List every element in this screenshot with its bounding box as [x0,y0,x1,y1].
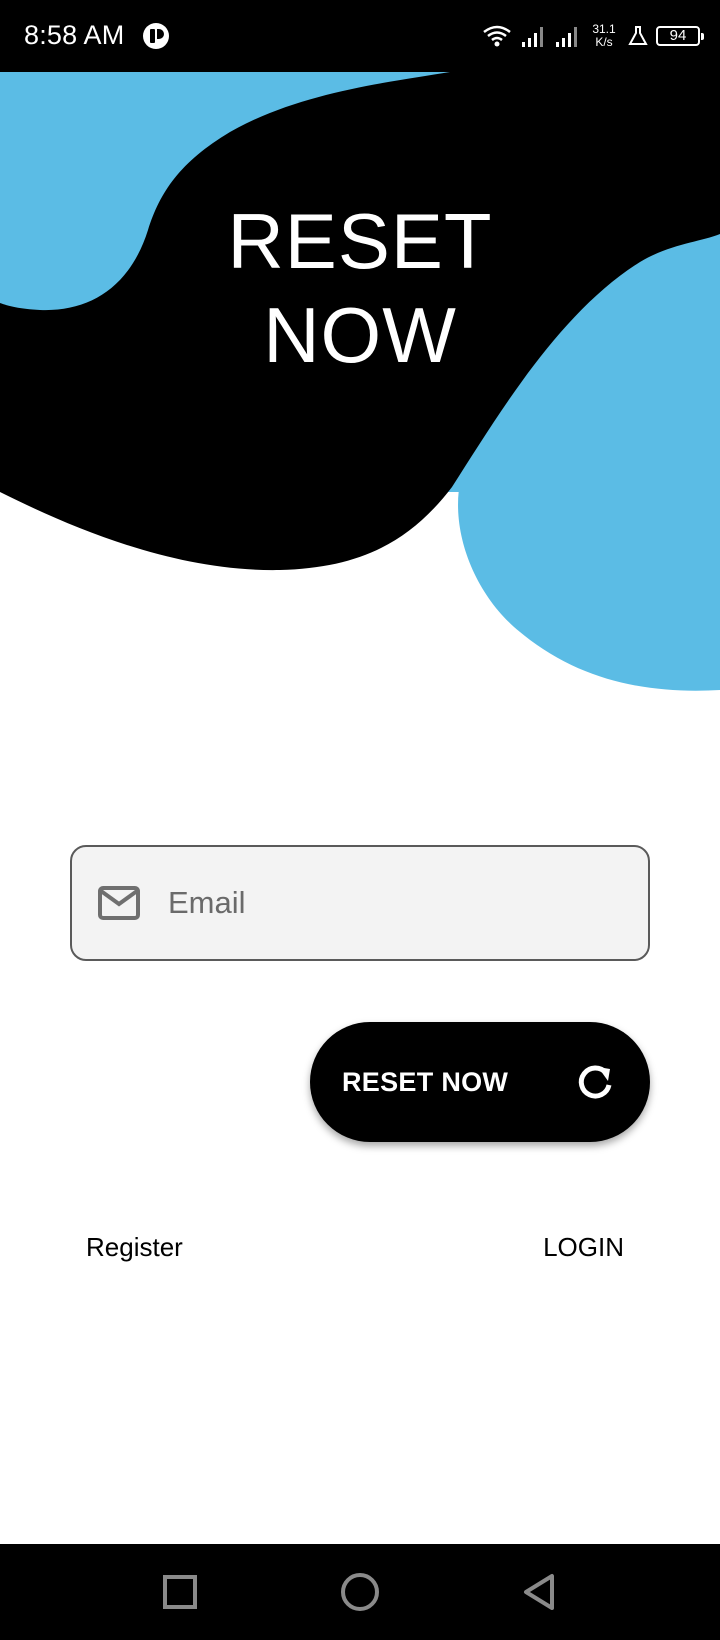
page-title: RESET NOW [160,194,560,382]
network-speed: 31.1 K/s [588,23,620,49]
reset-button-label: RESET NOW [342,1066,509,1097]
refresh-icon [578,1065,612,1099]
square-icon[interactable] [158,1570,202,1614]
register-link[interactable]: Register [86,1232,183,1263]
hero-banner: RESET NOW [0,72,720,712]
signal-icon-sim2 [556,27,577,47]
battery-indicator: 94 [656,26,704,46]
circle-icon[interactable] [338,1570,382,1614]
flask-icon [628,26,648,45]
email-input[interactable] [168,885,608,921]
status-bar: 8:58 AM 31.1 K/s 94 [0,0,720,72]
title-line-2: NOW [263,291,457,379]
triangle-back-icon[interactable] [518,1570,562,1614]
mail-icon [98,886,140,920]
login-link[interactable]: LOGIN [543,1232,624,1263]
wifi-icon [483,25,511,47]
email-field[interactable] [70,845,650,961]
signal-icon-sim1 [522,27,543,47]
reset-now-button[interactable]: RESET NOW [310,1022,650,1142]
net-speed-unit: K/s [595,35,613,49]
title-line-1: RESET [227,197,493,285]
app-notification-icon [143,23,169,49]
status-icons: 31.1 K/s 94 [482,18,704,54]
system-nav-bar [0,1544,720,1640]
status-time: 8:58 AM [24,20,125,50]
decorative-blobs [0,72,720,712]
